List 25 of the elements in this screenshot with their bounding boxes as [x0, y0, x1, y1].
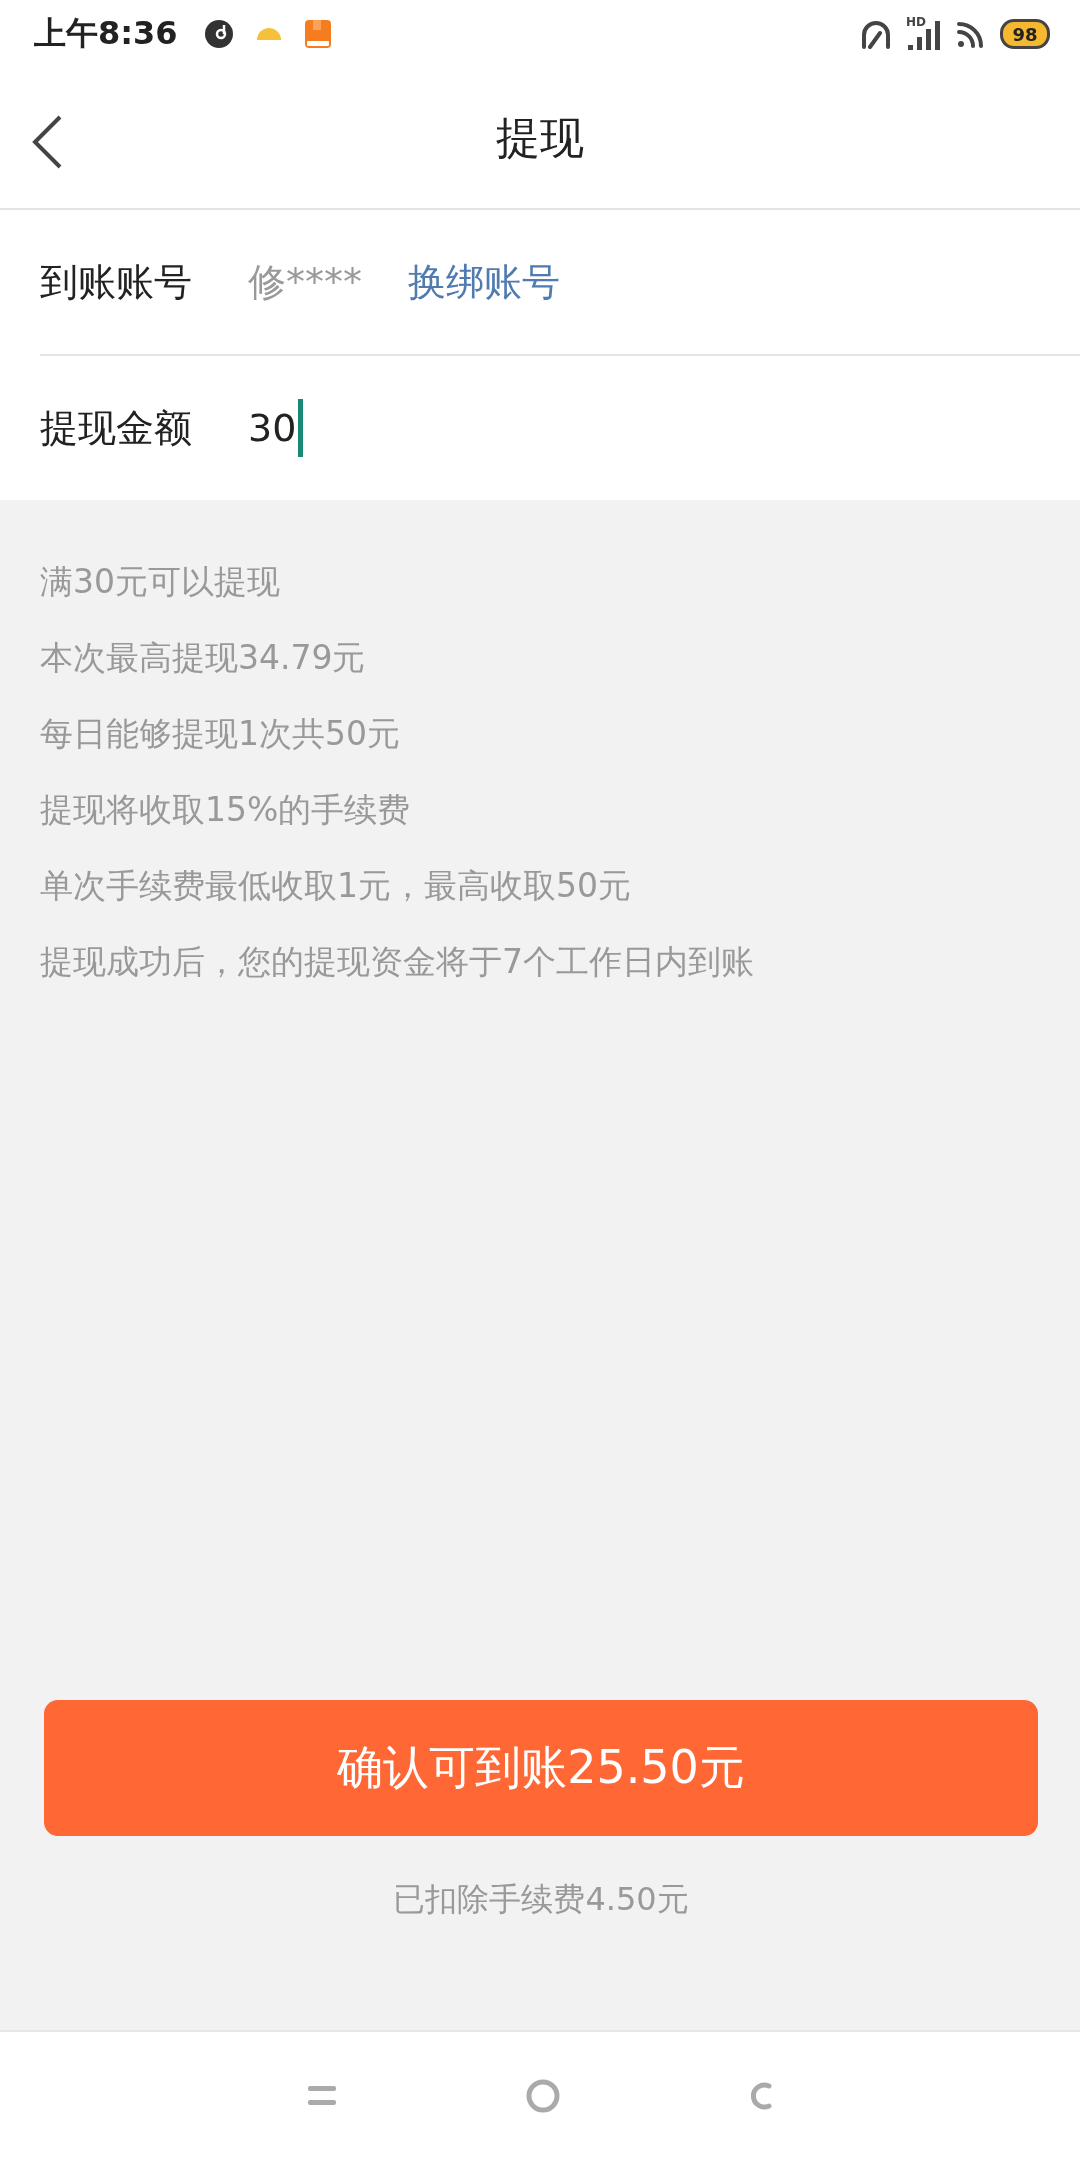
book-app-icon	[303, 19, 332, 49]
rule-text: 单次手续费最低收取1元，最高收取50元	[40, 865, 632, 907]
account-value: 修****	[248, 258, 363, 306]
fee-note: 已扣除手续费4.50元	[393, 1879, 689, 1920]
rule-text: 提现将收取15%的手续费	[40, 789, 412, 831]
rule-text: 提现成功后，您的提现资金将于7个工作日内到账	[40, 941, 755, 983]
battery-icon: 98	[1000, 19, 1050, 49]
page-title: 提现	[496, 110, 584, 165]
hotspot-icon	[860, 19, 892, 49]
weather-icon	[255, 27, 282, 41]
rule-text: 满30元可以提现	[40, 561, 281, 603]
field-label: 到账账号	[40, 258, 193, 306]
change-account-link[interactable]: 换绑账号	[408, 256, 560, 308]
rule-text: 每日能够提现1次共50元	[40, 713, 401, 755]
field-label: 提现金额	[40, 404, 193, 452]
back-icon	[30, 114, 64, 170]
rule-text: 本次最高提现34.79元	[40, 637, 367, 679]
music-app-icon	[203, 19, 234, 49]
status-time: 上午8:36	[34, 13, 178, 54]
home-button[interactable]	[526, 2079, 560, 2113]
back-nav-button[interactable]	[750, 2081, 772, 2111]
menu-button[interactable]	[308, 2086, 336, 2106]
wifi-icon	[956, 19, 986, 49]
confirm-button[interactable]: 确认可到账25.50元	[44, 1700, 1038, 1836]
amount-field[interactable]: 30	[248, 399, 304, 457]
